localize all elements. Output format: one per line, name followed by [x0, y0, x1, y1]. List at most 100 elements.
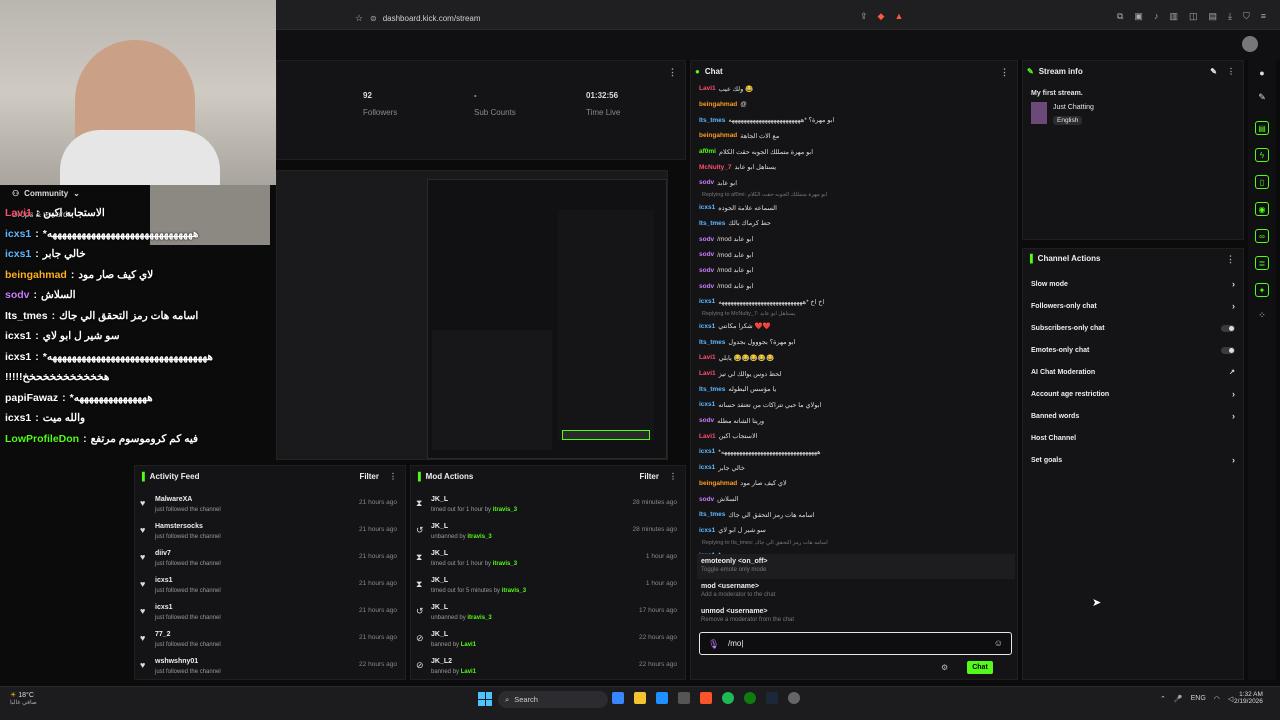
- chat-message[interactable]: icxs1 اخ اخ *هههههههههههههههههههههههههههه…: [699, 294, 1014, 310]
- rail-message-icon[interactable]: ◉: [1255, 202, 1269, 216]
- rail-bolt-icon[interactable]: ϟ: [1255, 148, 1269, 162]
- chat-message[interactable]: icxs1 السماعه علامة الجوده: [699, 200, 1014, 216]
- follower-name[interactable]: Hamstersocks: [155, 523, 203, 530]
- chat-message[interactable]: Lavi1 الاستجاب اكبن: [699, 428, 1014, 444]
- chat-username[interactable]: sodv: [699, 283, 714, 290]
- follower-name[interactable]: MalwareXA: [155, 496, 192, 503]
- chat-username[interactable]: sodv: [699, 496, 714, 503]
- chat-message[interactable]: sodv السلاش: [699, 491, 1014, 507]
- chat-username[interactable]: beingahmad: [699, 101, 737, 108]
- edge-icon[interactable]: [656, 692, 668, 704]
- activity-feed-item[interactable]: ♥ icxs1 just followed the channel 21 hours …: [135, 601, 405, 628]
- chat-message[interactable]: beingahmad لاي كيف صار مود: [699, 476, 1014, 492]
- xbox-icon[interactable]: [744, 692, 756, 704]
- activity-filter-button[interactable]: Filter: [359, 472, 379, 481]
- chat-send-button[interactable]: Chat: [967, 661, 993, 674]
- windows-start-icon[interactable]: [478, 692, 492, 706]
- tray-overflow-icon[interactable]: ⌃: [1160, 695, 1166, 703]
- mod-action-item[interactable]: ↺ JK_L unbanned by itravis_3 17 hours ago: [411, 601, 685, 628]
- mic-tray-icon[interactable]: 🎤: [1174, 695, 1183, 703]
- edit-icon[interactable]: ✎: [1210, 67, 1217, 76]
- obs-icon[interactable]: [788, 692, 800, 704]
- channel-action-item[interactable]: Followers-only chat ›: [1023, 295, 1243, 317]
- stream-info-menu-icon[interactable]: ⋮: [1227, 67, 1235, 76]
- moderated-user[interactable]: JK_L: [431, 523, 448, 530]
- wifi-icon[interactable]: ◠: [1214, 695, 1220, 703]
- chat-message[interactable]: beingahmad مع الاث الجاهة: [699, 128, 1014, 144]
- chat-username[interactable]: McNulty_7: [699, 164, 732, 171]
- user-avatar[interactable]: [1242, 36, 1258, 52]
- address-bar[interactable]: ⊜ dashboard.kick.com/stream: [370, 10, 910, 26]
- chat-username[interactable]: Its_tmes: [699, 220, 725, 227]
- chat-username[interactable]: Lavi1: [699, 354, 716, 361]
- channel-action-item[interactable]: Emotes-only chat: [1023, 339, 1243, 361]
- clock[interactable]: 1:32 AM 2/19/2026: [1234, 691, 1263, 705]
- chat-username[interactable]: sodv: [699, 179, 714, 186]
- chat-message[interactable]: beingahmad @: [699, 97, 1014, 113]
- mod-action-item[interactable]: ⧗ JK_L timed out for 5 minutes by itravis_…: [411, 574, 685, 601]
- activity-feed-item[interactable]: ♥ MalwareXA just followed the channel 21 ho…: [135, 493, 405, 520]
- channel-action-item[interactable]: Account age restriction ›: [1023, 383, 1243, 405]
- follower-name[interactable]: icxs1: [155, 604, 173, 611]
- stream-preview[interactable]: [276, 170, 668, 460]
- chat-message[interactable]: sodv/mod ابو عابد: [699, 247, 1014, 263]
- moderator-name[interactable]: Lavi1: [461, 642, 476, 648]
- follower-name[interactable]: diiv7: [155, 550, 171, 557]
- file-explorer-icon[interactable]: [634, 692, 646, 704]
- moderated-user[interactable]: JK_L: [431, 604, 448, 611]
- moderated-user[interactable]: JK_L: [431, 577, 448, 584]
- spotify-icon[interactable]: [722, 692, 734, 704]
- moderator-name[interactable]: Lavi1: [461, 669, 476, 675]
- command-suggestion[interactable]: mod <username> Add a moderator to the cha…: [697, 579, 1015, 604]
- mod-menu-icon[interactable]: ⋮: [669, 472, 677, 481]
- channel-action-item[interactable]: Set goals ›: [1023, 449, 1243, 471]
- chat-username[interactable]: Lavi1: [699, 85, 716, 92]
- mod-action-item[interactable]: ⧗ JK_L timed out for 1 hour by itravis_3 28…: [411, 493, 685, 520]
- chat-message[interactable]: icxs1 سو شير ل ابو لاي: [699, 523, 1014, 539]
- moderator-name[interactable]: itravis_3: [493, 561, 517, 567]
- rail-link-icon[interactable]: ∞: [1255, 229, 1269, 243]
- chevron-right-icon[interactable]: ›: [1232, 389, 1235, 399]
- site-info-icon[interactable]: ⊜: [370, 14, 377, 23]
- toggle-switch[interactable]: [1221, 324, 1235, 332]
- bookmark-icon[interactable]: ☆: [355, 13, 363, 24]
- vpn-icon[interactable]: ⛉: [1243, 11, 1250, 22]
- chat-message[interactable]: Its_tmes ابو مهرة؟ *ههههههههههههههههههههه…: [699, 112, 1014, 128]
- channel-action-item[interactable]: Banned words ›: [1023, 405, 1243, 427]
- brave-icon[interactable]: [700, 692, 712, 704]
- chat-menu-icon[interactable]: ⋮: [1000, 67, 1009, 78]
- chat-username[interactable]: Its_tmes: [699, 117, 725, 124]
- mod-filter-button[interactable]: Filter: [639, 472, 659, 481]
- chat-input[interactable]: 🎙 /mo| ☺: [699, 632, 1012, 655]
- follower-name[interactable]: 77_2: [155, 631, 171, 638]
- mod-action-item[interactable]: ⊘ JK_L banned by Lavi1 22 hours ago: [411, 628, 685, 655]
- chat-message[interactable]: sodv وريتا الشاته مطله: [699, 413, 1014, 429]
- copilot-icon[interactable]: [612, 692, 624, 704]
- terminal-icon[interactable]: [678, 692, 690, 704]
- moderated-user[interactable]: JK_L: [431, 496, 448, 503]
- chat-message[interactable]: sodv/mod ابو عابد: [699, 263, 1014, 279]
- chevron-right-icon[interactable]: ›: [1232, 411, 1235, 421]
- chat-message[interactable]: sodv ابو عابد: [699, 175, 1014, 191]
- chat-username[interactable]: icxs1: [699, 401, 715, 408]
- chat-username[interactable]: Its_tmes: [699, 511, 725, 518]
- url-text[interactable]: dashboard.kick.com/stream: [383, 14, 481, 23]
- chat-username[interactable]: icxs1: [699, 527, 715, 534]
- chat-username[interactable]: beingahmad: [699, 480, 737, 487]
- external-link-icon[interactable]: ↗: [1229, 368, 1235, 376]
- sidebar-icon[interactable]: ▥: [1169, 11, 1178, 22]
- follower-name[interactable]: icxs1: [155, 577, 173, 584]
- chevron-right-icon[interactable]: ›: [1232, 301, 1235, 311]
- chat-message[interactable]: Lavi1 ولك عيب 😂: [699, 81, 1014, 97]
- chat-message[interactable]: icxs1 ابولاي ما حبي تتراكات من تعتقد حسات…: [699, 397, 1014, 413]
- chat-message[interactable]: icxs1 خالي جابر: [699, 460, 1014, 476]
- rail-apps-icon[interactable]: ⁘: [1248, 310, 1276, 321]
- chat-username[interactable]: icxs1: [699, 204, 715, 211]
- chat-message[interactable]: Its_tmes ابو مهرة؟ بجووول بجدول: [699, 334, 1014, 350]
- chat-username[interactable]: icxs1: [699, 298, 715, 305]
- rail-chat-icon[interactable]: ▤: [1255, 121, 1269, 135]
- alert-icon[interactable]: ▲: [894, 11, 903, 22]
- chat-messages[interactable]: Lavi1 ولك عيب 😂 beingahmad @ Its_tmes ابو مهر…: [699, 81, 1014, 559]
- chat-message[interactable]: Its_tmes اسامه هات رمز التحقق الي جاك: [699, 507, 1014, 523]
- moderator-name[interactable]: itravis_3: [493, 507, 517, 513]
